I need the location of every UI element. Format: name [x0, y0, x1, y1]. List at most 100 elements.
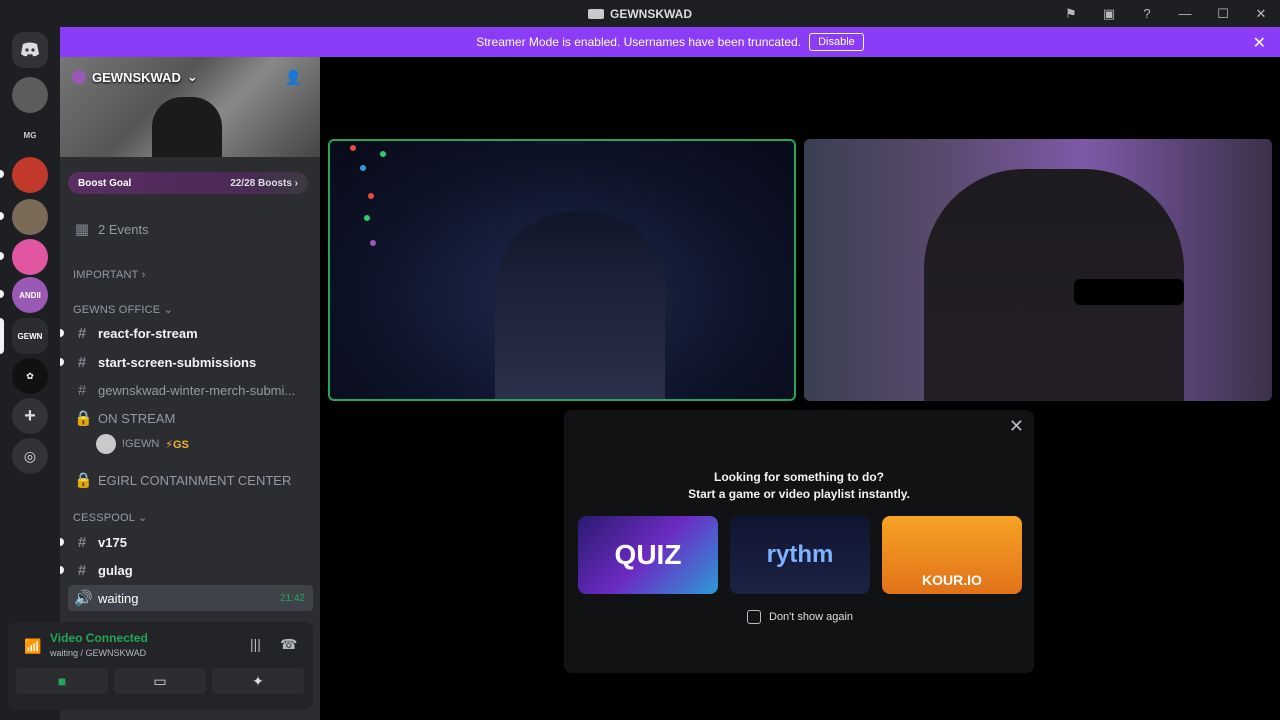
channel-label: waiting	[98, 590, 139, 606]
server-name[interactable]: GEWNSKWAD ⌄	[72, 69, 198, 85]
disable-button[interactable]: Disable	[809, 33, 864, 51]
server-icon-andii[interactable]: ANDII	[12, 277, 48, 313]
video-tile-2[interactable]	[804, 139, 1272, 401]
hash-icon: #	[77, 353, 87, 371]
hash-icon: #	[77, 381, 87, 399]
channel-react-for-stream[interactable]: # react-for-stream	[68, 320, 313, 346]
close-window-button[interactable]: ✕	[1242, 0, 1280, 27]
channel-gulag[interactable]: # gulag	[68, 557, 313, 583]
voice-user-tag: ⚡GS	[165, 438, 189, 451]
category-important[interactable]: IMPORTANT ›	[73, 269, 146, 281]
server-icon-pixel[interactable]	[12, 199, 48, 235]
category-gewns-office[interactable]: GEWNS OFFICE ⌄	[73, 303, 173, 316]
voice-user[interactable]: !GEWN ⚡GS	[96, 434, 189, 454]
speaker-icon: 🔊	[74, 590, 93, 607]
unread-indicator	[0, 212, 4, 220]
voice-user-name: !GEWN	[122, 438, 160, 450]
maximize-button[interactable]: ☐	[1204, 0, 1242, 27]
screen-share-icon[interactable]: ▣	[1090, 0, 1128, 27]
server-icon-logo[interactable]: MG	[12, 117, 48, 153]
voice-channel-path[interactable]: waiting / GEWNSKWAD	[50, 648, 146, 658]
string-lights	[350, 145, 386, 255]
close-icon[interactable]: ✕	[1009, 416, 1024, 437]
unread-indicator	[60, 566, 64, 574]
voice-stage: ✕ Looking for something to do? Start a g…	[320, 57, 1280, 720]
noise-suppression-icon[interactable]: |||	[250, 636, 261, 652]
unread-indicator	[60, 358, 64, 366]
invite-icon[interactable]: 👤	[285, 69, 302, 86]
activity-prompt: Looking for something to do? Start a gam…	[564, 469, 1034, 503]
unread-indicator	[0, 252, 4, 260]
boost-progress: 22/28 Boosts ›	[230, 177, 298, 189]
activities-button[interactable]: ✦	[212, 668, 304, 694]
server-icon	[72, 70, 86, 84]
discord-home-icon[interactable]	[12, 32, 48, 68]
lock-icon: 🔒	[74, 472, 93, 489]
server-list: MG ANDII GEWN ✿ + ◎	[0, 27, 60, 720]
events-item[interactable]: ▦ 2 Events	[68, 216, 313, 242]
screen-share-button[interactable]: ▭	[114, 668, 206, 694]
channel-on-stream[interactable]: 🔒 ON STREAM	[68, 405, 313, 431]
banner-message: Streamer Mode is enabled. Usernames have…	[476, 35, 802, 49]
server-name-text: GEWNSKWAD	[92, 69, 181, 85]
server-icon-car[interactable]	[12, 77, 48, 113]
checkbox[interactable]	[747, 610, 761, 624]
channel-v175[interactable]: # v175	[68, 529, 313, 555]
channel-label: gulag	[98, 562, 133, 578]
server-logo-icon	[588, 8, 604, 19]
camera-button[interactable]: ■	[16, 668, 108, 694]
server-icon-butterfly[interactable]: ✿	[12, 358, 48, 394]
channel-sidebar: GEWNSKWAD ⌄ 👤 Boost Goal 22/28 Boosts › …	[60, 57, 320, 720]
boost-goal-label: Boost Goal	[78, 177, 132, 189]
card-title: KOUR.IO	[922, 572, 982, 588]
dont-show-again[interactable]: Don't show again	[747, 610, 853, 624]
participant-video	[495, 211, 665, 399]
channel-winter-merch[interactable]: # gewnskwad-winter-merch-submi...	[68, 377, 313, 403]
help-icon[interactable]: ?	[1128, 0, 1166, 27]
sunglasses	[1074, 279, 1184, 305]
channel-egirl[interactable]: 🔒 EGIRL CONTAINMENT CENTER	[68, 467, 313, 493]
card-title: QUIZ	[614, 539, 682, 570]
hash-icon: #	[77, 533, 87, 551]
video-tile-1[interactable]	[328, 139, 796, 401]
activity-prompt-line2: Start a game or video playlist instantly…	[688, 487, 910, 501]
channel-start-screen-submissions[interactable]: # start-screen-submissions	[68, 349, 313, 375]
voice-status[interactable]: Video Connected	[50, 631, 148, 645]
category-cesspool[interactable]: CESSPOOL ⌄	[73, 511, 147, 524]
avatar	[96, 434, 116, 454]
guild-header[interactable]: GEWNSKWAD ⌄ 👤	[60, 57, 320, 157]
disconnect-icon[interactable]: ☎	[280, 636, 297, 653]
unread-indicator	[60, 538, 64, 546]
voice-connected-panel: 📶 Video Connected waiting / GEWNSKWAD ||…	[8, 622, 313, 710]
channel-label: EGIRL CONTAINMENT CENTER	[98, 472, 292, 488]
hash-icon: #	[77, 324, 87, 342]
add-server-icon[interactable]: +	[12, 398, 48, 434]
activity-prompt-line1: Looking for something to do?	[714, 470, 884, 484]
activity-card-rythm[interactable]: rythm	[730, 516, 870, 594]
flag-icon[interactable]: ⚑	[1052, 0, 1090, 27]
streamer-mode-banner: Streamer Mode is enabled. Usernames have…	[60, 27, 1280, 57]
activity-card-kour[interactable]: KOUR.IO	[882, 516, 1022, 594]
banner-figure	[152, 97, 222, 157]
channel-label: ON STREAM	[98, 410, 176, 426]
close-icon[interactable]: ✕	[1253, 33, 1266, 53]
minimize-button[interactable]: —	[1166, 0, 1204, 27]
hash-icon: #	[77, 561, 87, 579]
channel-label: gewnskwad-winter-merch-submi...	[98, 382, 296, 398]
events-label: 2 Events	[98, 221, 149, 237]
channel-waiting[interactable]: 🔊 waiting 21:42	[68, 585, 313, 611]
lock-icon: 🔒	[74, 410, 93, 427]
signal-icon[interactable]: 📶	[24, 638, 41, 655]
window-title: GEWNSKWAD	[588, 7, 692, 21]
boost-goal-bar[interactable]: Boost Goal 22/28 Boosts ›	[68, 172, 308, 194]
activity-card-quiz[interactable]: QUIZ	[578, 516, 718, 594]
participant-video	[924, 169, 1184, 401]
dont-show-label: Don't show again	[769, 611, 854, 623]
channel-label: start-screen-submissions	[98, 354, 257, 370]
server-icon-pink[interactable]	[12, 239, 48, 275]
server-icon-mushroom[interactable]	[12, 157, 48, 193]
calendar-icon: ▦	[74, 221, 90, 238]
server-icon-gewnskwad[interactable]: GEWN	[12, 318, 48, 354]
channel-label: react-for-stream	[98, 325, 198, 341]
discover-icon[interactable]: ◎	[12, 438, 48, 474]
